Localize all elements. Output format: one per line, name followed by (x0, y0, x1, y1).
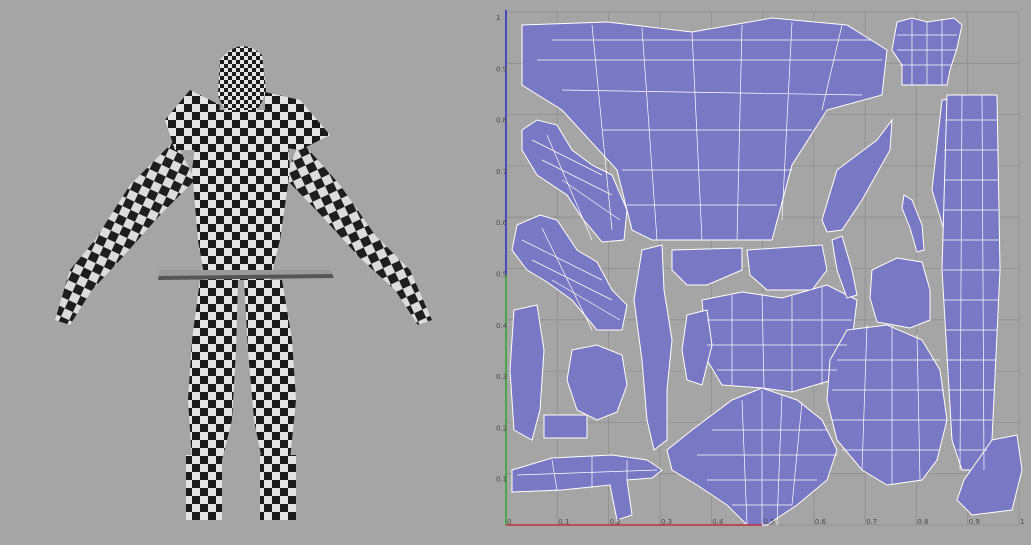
uv-island-long-strip[interactable] (941, 94, 1001, 471)
v-tick-label: 0.2 (496, 424, 507, 432)
uv-editor[interactable]: 0 0.1 0.2 0.3 0.4 0.5 0.6 0.7 0.8 0.9 1 1 0.9 0.8 0.7… (492, 0, 1031, 541)
u-tick-label: 0.9 (969, 518, 980, 526)
v-tick-label: 0.8 (496, 117, 507, 125)
uv-island-upper-arm-b[interactable] (671, 247, 743, 286)
u-tick-label: 0.5 (764, 518, 775, 526)
uv-island-small-piece-a[interactable] (901, 194, 925, 253)
uv-islands[interactable] (509, 17, 1023, 526)
u-tick-label: 0.4 (712, 518, 724, 526)
u-tick-label: 0.3 (661, 518, 672, 526)
u-tick-label: 0.2 (610, 518, 621, 526)
u-tick-label: 0.8 (917, 518, 928, 526)
u-tick-label: 0.6 (815, 518, 827, 526)
uv-island-belt[interactable] (746, 244, 828, 291)
uv-island-boot[interactable] (566, 344, 628, 421)
uv-island-small-strip[interactable] (543, 414, 588, 439)
u-tick-label: 0 (507, 518, 511, 526)
v-tick-label: 0.3 (496, 373, 507, 381)
v-tick-label: 0.7 (496, 168, 507, 176)
v-tick-label: 1 (496, 14, 500, 22)
u-tick-label: 0.7 (866, 518, 877, 526)
v-tick-label: 0.1 (496, 476, 507, 484)
v-tick-label: 0.4 (496, 322, 508, 330)
3d-viewport[interactable] (0, 0, 492, 541)
uv-island-small-piece-b[interactable] (831, 235, 858, 299)
uv-island-side-piece[interactable] (509, 304, 545, 441)
uv-island-tool-piece[interactable] (681, 309, 713, 386)
character-model-icon (55, 46, 432, 520)
uv-canvas[interactable]: 0 0.1 0.2 0.3 0.4 0.5 0.6 0.7 0.8 0.9 1 1 0.9 0.8 0.7… (492, 0, 1031, 541)
uv-island-mask[interactable] (666, 387, 838, 526)
uv-island-armor-piece[interactable] (826, 324, 948, 486)
u-tick-label: 1 (1020, 518, 1024, 526)
u-tick-label: 0.1 (558, 518, 569, 526)
uv-island-gun-piece[interactable] (511, 454, 663, 521)
uv-island-arm-piece[interactable] (821, 118, 893, 233)
v-tick-label: 0.5 (496, 271, 507, 279)
uv-island-torso-back[interactable] (869, 257, 931, 329)
v-tick-label: 0.9 (496, 65, 507, 73)
uv-island-upper-arm-a[interactable] (633, 244, 673, 451)
v-tick-label: 0.6 (496, 219, 508, 227)
character-render (55, 46, 432, 520)
